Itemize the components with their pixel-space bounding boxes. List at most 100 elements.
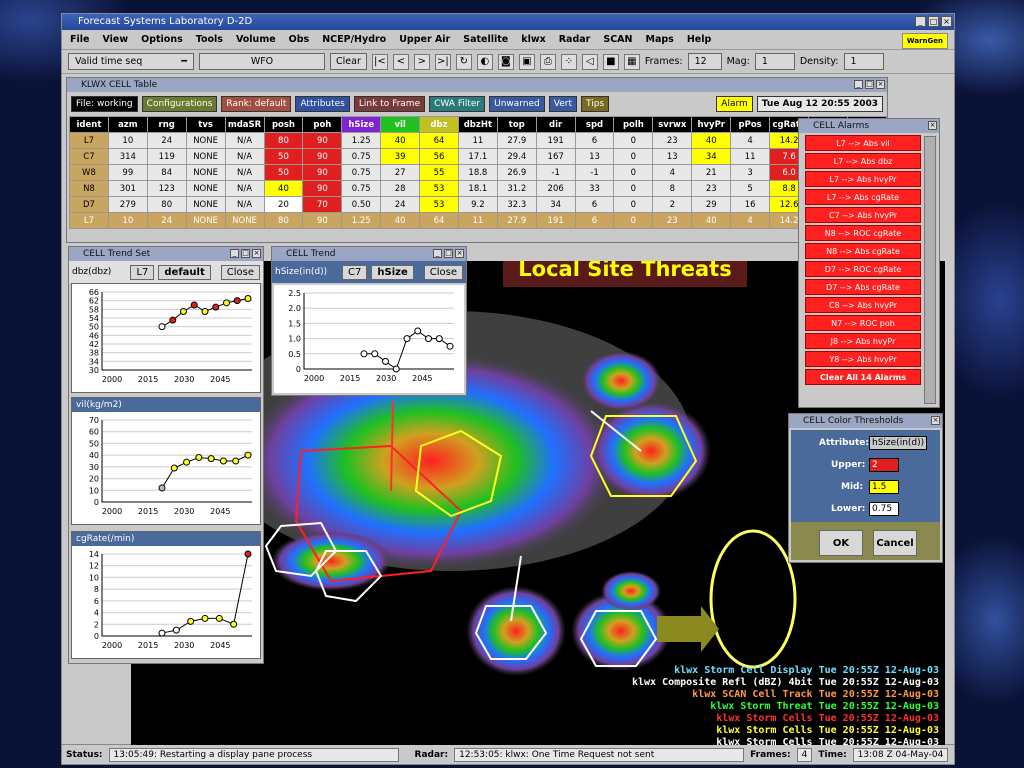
menu-item[interactable]: View: [102, 34, 128, 45]
tips-toggle[interactable]: Tips: [581, 96, 610, 112]
minimize-button[interactable]: _: [433, 249, 442, 258]
trend-cell-button[interactable]: C7: [342, 264, 368, 280]
column-header[interactable]: hSize: [341, 116, 382, 133]
prev-frame-icon[interactable]: <: [392, 53, 409, 70]
cancel-button[interactable]: Cancel: [873, 530, 917, 556]
table-row[interactable]: N8 301 123 NONE N/A 40 90 0.75 28 53 18.1 31.2 206 33…: [69, 180, 888, 197]
attribute-select[interactable]: hSize(in(d)): [869, 436, 928, 450]
camera-icon[interactable]: ◙: [497, 53, 514, 70]
lower-input[interactable]: 0.75: [869, 502, 899, 516]
maximize-button[interactable]: □: [241, 249, 250, 258]
menu-item[interactable]: SCAN: [603, 34, 632, 45]
menu-item[interactable]: klwx: [521, 34, 545, 45]
close-button[interactable]: ×: [876, 80, 885, 89]
column-header[interactable]: ident: [69, 116, 109, 133]
table-row[interactable]: D7 279 80 NONE N/A 20 70 0.50 24 53 9.2 32.3 34 6 0 2 29…: [69, 196, 888, 213]
clear-all-alarms-button[interactable]: Clear All 14 Alarms: [805, 369, 921, 385]
alarm-item[interactable]: C7 --> Abs hvyPr: [805, 207, 921, 223]
minimize-button[interactable]: _: [230, 249, 239, 258]
menu-item[interactable]: Tools: [196, 34, 223, 45]
trend-param-button[interactable]: hSize: [371, 264, 414, 280]
frames-combo[interactable]: 12: [687, 53, 722, 70]
alarm-button[interactable]: Alarm: [716, 96, 753, 112]
rank-button[interactable]: Rank: default: [221, 96, 292, 112]
first-frame-icon[interactable]: |<: [371, 53, 388, 70]
column-header[interactable]: dbzHt: [457, 116, 498, 133]
table-row[interactable]: L7 10 24 NONE N/A 80 90 1.25 40 64 11 27.9 191 6 0 23 40…: [69, 132, 888, 149]
alarm-item[interactable]: J8 --> Abs hvyPr: [805, 333, 921, 349]
trend-close-button[interactable]: Close: [423, 264, 463, 280]
ok-button[interactable]: OK: [819, 530, 863, 556]
column-header[interactable]: poh: [302, 116, 343, 133]
table-row[interactable]: W8 99 84 NONE N/A 50 90 0.75 27 55 18.8 26.9 -1 -1 0 4 2…: [69, 164, 888, 181]
mag-combo[interactable]: 1: [754, 53, 795, 70]
column-header[interactable]: dir: [535, 116, 576, 133]
mid-input[interactable]: 1.5: [869, 480, 899, 494]
alarm-item[interactable]: N8 --> Abs cgRate: [805, 243, 921, 259]
alarm-item[interactable]: D7 --> Abs cgRate: [805, 279, 921, 295]
alarm-item[interactable]: D7 --> ROC cgRate: [805, 261, 921, 277]
points-icon[interactable]: ⁘: [560, 53, 577, 70]
close-button[interactable]: ×: [931, 416, 940, 425]
valid-time-combo[interactable]: Valid time seq ━: [68, 53, 194, 70]
menu-item[interactable]: Maps: [645, 34, 673, 45]
configurations-button[interactable]: Configurations: [141, 96, 218, 112]
minimize-button[interactable]: _: [915, 16, 926, 27]
loop-icon[interactable]: ↻: [455, 53, 472, 70]
pointer-icon[interactable]: ◁: [581, 53, 598, 70]
maximize-button[interactable]: □: [444, 249, 453, 258]
alarm-item[interactable]: L7 --> Abs cgRate: [805, 189, 921, 205]
menu-item[interactable]: File: [70, 34, 89, 45]
menu-item[interactable]: Options: [141, 34, 183, 45]
clear-button[interactable]: Clear: [330, 53, 367, 70]
next-frame-icon[interactable]: >: [413, 53, 430, 70]
alarm-item[interactable]: C8 --> Abs hvyPr: [805, 297, 921, 313]
maximize-button[interactable]: □: [865, 80, 874, 89]
column-header[interactable]: rng: [146, 116, 187, 133]
menu-item[interactable]: Satellite: [463, 34, 508, 45]
alarm-item[interactable]: L7 --> Abs dbz: [805, 153, 921, 169]
maximize-button[interactable]: □: [928, 16, 939, 27]
last-frame-icon[interactable]: >|: [434, 53, 451, 70]
wfo-combo[interactable]: WFO: [199, 53, 325, 70]
column-header[interactable]: polh: [613, 116, 654, 133]
menu-item[interactable]: Help: [687, 34, 711, 45]
close-button[interactable]: ×: [455, 249, 464, 258]
alarm-item[interactable]: L7 --> Abs hvyPr: [805, 171, 921, 187]
minimize-button[interactable]: _: [854, 80, 863, 89]
menu-item[interactable]: Volume: [236, 34, 276, 45]
column-header[interactable]: hvyPr: [691, 116, 732, 133]
four-pane-icon[interactable]: ▦: [623, 53, 640, 70]
column-header[interactable]: mdaSR: [224, 116, 265, 133]
trend-set-config-button[interactable]: default: [158, 264, 211, 280]
table-row[interactable]: C7 314 119 NONE N/A 50 90 0.75 39 56 17.1 29.4 167 13…: [69, 148, 888, 165]
menu-item[interactable]: Upper Air: [399, 34, 450, 45]
menu-item[interactable]: Obs: [289, 34, 310, 45]
menu-item[interactable]: NCEP/Hydro: [322, 34, 386, 45]
unwarned-toggle[interactable]: Unwarned: [489, 96, 545, 112]
close-button[interactable]: ×: [928, 121, 937, 130]
column-header[interactable]: azm: [107, 116, 148, 133]
alarm-scrollbar[interactable]: [924, 136, 936, 404]
alarm-item[interactable]: N7 --> ROC poh: [805, 315, 921, 331]
menu-item[interactable]: Radar: [559, 34, 591, 45]
column-header[interactable]: svrwx: [652, 116, 693, 133]
vert-toggle[interactable]: Vert: [548, 96, 578, 112]
column-header[interactable]: pPos: [730, 116, 771, 133]
warngen-button[interactable]: WarnGen: [901, 33, 948, 49]
column-header[interactable]: tvs: [185, 116, 226, 133]
image-icon[interactable]: ▣: [518, 53, 535, 70]
trend-set-cell-button[interactable]: L7: [130, 264, 155, 280]
column-header[interactable]: dbz: [419, 116, 459, 133]
close-button[interactable]: ×: [941, 16, 952, 27]
column-header[interactable]: posh: [263, 116, 304, 133]
column-header[interactable]: spd: [574, 116, 615, 133]
column-header[interactable]: top: [496, 116, 537, 133]
file-working-button[interactable]: File: working: [71, 96, 138, 112]
single-pane-icon[interactable]: ■: [602, 53, 619, 70]
cwa-filter-toggle[interactable]: CWA Filter: [429, 96, 486, 112]
density-combo[interactable]: 1: [843, 53, 884, 70]
column-header[interactable]: vil: [380, 116, 421, 133]
attributes-button[interactable]: Attributes: [295, 96, 350, 112]
alarm-item[interactable]: N8 --> ROC cgRate: [805, 225, 921, 241]
